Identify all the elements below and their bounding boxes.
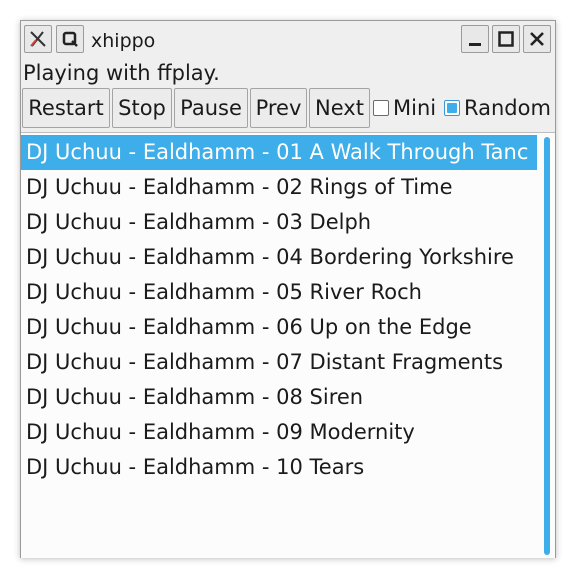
- playlist-item[interactable]: DJ Uchuu - Ealdhamm - 02 Rings of Time: [21, 170, 537, 205]
- playlist-item[interactable]: DJ Uchuu - Ealdhamm - 06 Up on the Edge: [21, 310, 537, 345]
- playlist-item[interactable]: DJ Uchuu - Ealdhamm - 01 A Walk Through …: [21, 135, 537, 170]
- playlist-item[interactable]: DJ Uchuu - Ealdhamm - 07 Distant Fragmen…: [21, 345, 537, 380]
- playlist-item[interactable]: DJ Uchuu - Ealdhamm - 04 Bordering Yorks…: [21, 240, 537, 275]
- close-icon[interactable]: [523, 25, 551, 53]
- playlist-item[interactable]: DJ Uchuu - Ealdhamm - 03 Delph: [21, 205, 537, 240]
- xhippo-app-icon[interactable]: [24, 25, 52, 53]
- status-text: Playing with ffplay.: [23, 61, 220, 85]
- next-button[interactable]: Next: [309, 88, 370, 128]
- mini-label[interactable]: Mini: [393, 96, 436, 120]
- stop-button[interactable]: Stop: [112, 88, 172, 128]
- playlist-scrollbar[interactable]: [542, 133, 552, 558]
- pause-button[interactable]: Pause: [174, 88, 248, 128]
- title-bar[interactable]: xhippo: [21, 21, 555, 59]
- maximize-icon[interactable]: [492, 25, 520, 53]
- mini-checkbox[interactable]: [373, 100, 389, 116]
- app-window: xhippo Playing with ffplay. Restart Stop…: [20, 20, 556, 558]
- scrollbar-thumb[interactable]: [544, 137, 550, 555]
- random-checkbox[interactable]: [444, 100, 460, 116]
- random-label[interactable]: Random: [464, 96, 551, 120]
- playlist-item[interactable]: DJ Uchuu - Ealdhamm - 08 Siren: [21, 380, 537, 415]
- playlist-item[interactable]: DJ Uchuu - Ealdhamm - 10 Tears: [21, 450, 537, 485]
- playlist-item[interactable]: DJ Uchuu - Ealdhamm - 05 River Roch: [21, 275, 537, 310]
- toolbar: Restart Stop Pause Prev Next Mini Random: [21, 88, 555, 128]
- restart-button[interactable]: Restart: [22, 88, 110, 128]
- playlist[interactable]: DJ Uchuu - Ealdhamm - 01 A Walk Through …: [21, 132, 555, 558]
- minimize-icon[interactable]: [461, 25, 489, 53]
- playlist-item[interactable]: DJ Uchuu - Ealdhamm - 09 Modernity: [21, 415, 537, 450]
- keep-above-icon[interactable]: [56, 25, 84, 53]
- window-title: xhippo: [91, 30, 156, 52]
- prev-button[interactable]: Prev: [250, 88, 307, 128]
